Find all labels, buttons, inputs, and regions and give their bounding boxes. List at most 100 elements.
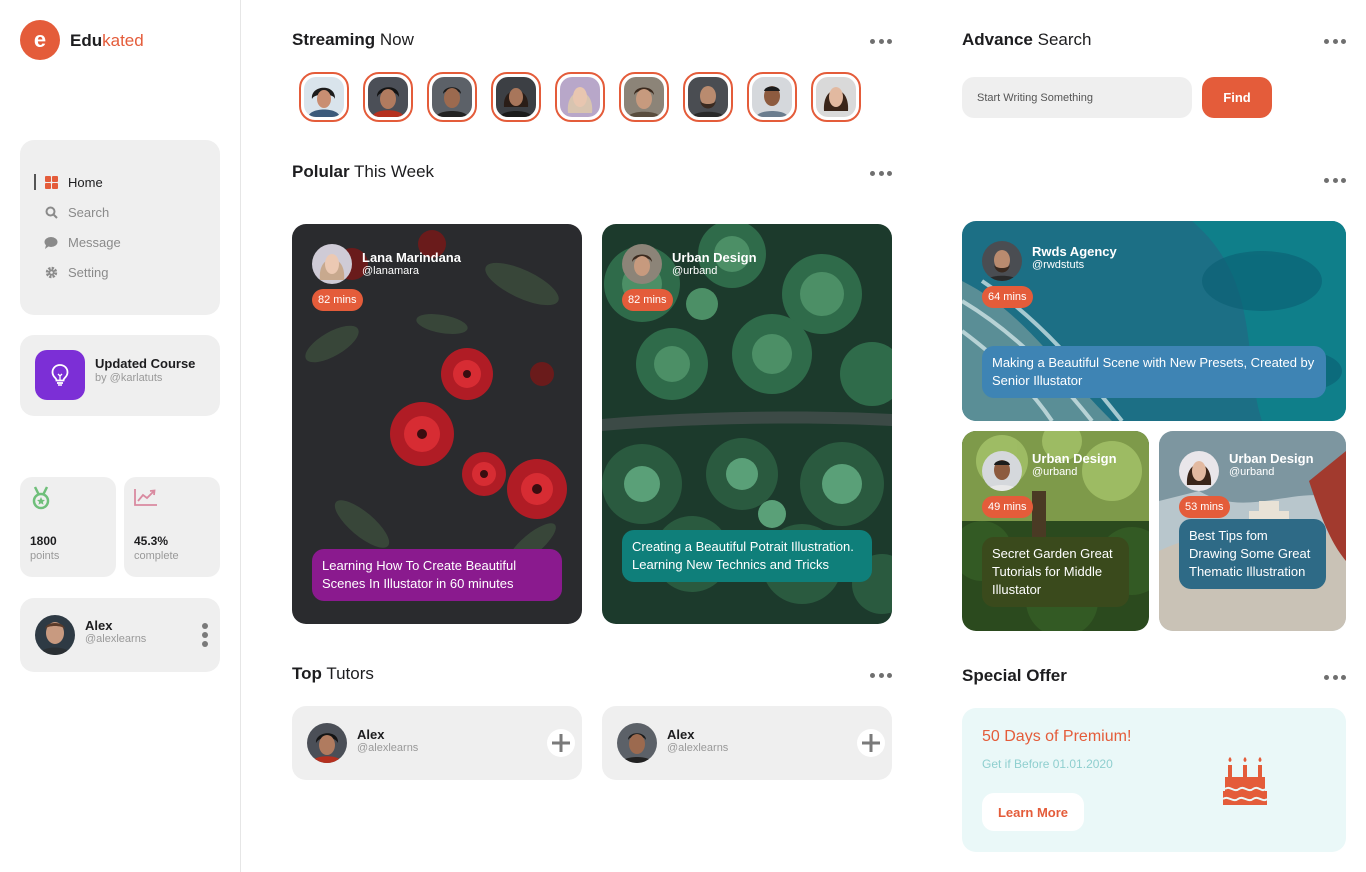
trend-up-icon <box>134 488 158 511</box>
story-avatar[interactable] <box>363 72 413 122</box>
logo-mark[interactable]: e <box>20 20 60 60</box>
card-author[interactable]: Urban Design @urband <box>622 244 757 284</box>
author-name: Rwds Agency <box>1032 244 1117 259</box>
duration-badge: 64 mins <box>982 286 1033 308</box>
story-avatar[interactable] <box>427 72 477 122</box>
author-name: Lana Marindana <box>362 250 461 265</box>
duration-badge: 82 mins <box>622 289 673 311</box>
card-author[interactable]: Urban Design @urband <box>982 451 1117 491</box>
nav-item-message[interactable]: Message <box>44 232 121 252</box>
more-icon[interactable] <box>1324 37 1346 45</box>
author-handle: @lanamara <box>362 265 420 277</box>
featured-card[interactable]: Urban Design @urband 49 mins Secret Gard… <box>962 431 1149 631</box>
author-handle: @urband <box>1032 466 1078 478</box>
sidebar: e Edukated Home Search Message Setting U… <box>0 0 241 872</box>
author-handle: @urband <box>1229 466 1275 478</box>
story-avatar[interactable] <box>491 72 541 122</box>
duration-badge: 53 mins <box>1179 496 1230 518</box>
more-icon[interactable] <box>870 169 892 177</box>
author-handle: @rwdstuts <box>1032 259 1085 271</box>
nav-item-home[interactable]: Home <box>44 172 103 192</box>
stat-card-points: 1800 points <box>20 477 116 577</box>
card-author[interactable]: Lana Marindana @lanamara <box>312 244 461 284</box>
duration-badge: 49 mins <box>982 496 1033 518</box>
nav-item-search[interactable]: Search <box>44 202 109 222</box>
card-caption: Best Tips fom Drawing Some Great Themati… <box>1179 519 1326 589</box>
story-avatar[interactable] <box>555 72 605 122</box>
nav-label: Home <box>68 174 103 190</box>
story-photo <box>496 77 536 117</box>
story-photo <box>752 77 792 117</box>
special-offer-card: 50 Days of Premium! Get if Before 01.01.… <box>962 708 1346 852</box>
offer-headline: 50 Days of Premium! <box>982 728 1132 745</box>
featured-card[interactable]: Rwds Agency @rwdstuts 64 mins Making a B… <box>962 221 1346 421</box>
story-avatar[interactable] <box>811 72 861 122</box>
add-tutor-button[interactable] <box>547 729 575 757</box>
profile-name: Alex <box>85 618 113 633</box>
search-icon <box>44 205 58 219</box>
avatar <box>35 615 75 655</box>
plus-icon <box>862 734 880 752</box>
course-title: Updated Course <box>95 356 196 371</box>
profile-card[interactable]: Alex @alexlearns <box>20 598 220 672</box>
grid-icon <box>44 175 58 189</box>
author-handle: @urband <box>672 265 718 277</box>
popular-card[interactable]: Urban Design @urband 82 mins Creating a … <box>602 224 892 624</box>
card-caption: Learning How To Create Beautiful Scenes … <box>312 549 562 601</box>
story-photo <box>816 77 856 117</box>
tutor-name: Alex <box>357 727 385 742</box>
section-title-streaming: Streaming Now <box>292 30 414 49</box>
plus-icon <box>552 734 570 752</box>
complete-value: 45.3% <box>134 534 169 548</box>
story-avatar[interactable] <box>299 72 349 122</box>
story-photo <box>368 77 408 117</box>
card-caption: Secret Garden Great Tutorials for Middle… <box>982 537 1129 607</box>
nav-item-setting[interactable]: Setting <box>44 262 108 282</box>
cake-icon <box>1222 755 1268 812</box>
avatar <box>312 244 352 284</box>
story-avatar[interactable] <box>619 72 669 122</box>
tutor-card[interactable]: Alex @alexlearns <box>602 706 892 780</box>
more-icon[interactable] <box>1324 673 1346 681</box>
find-button[interactable]: Find <box>1202 77 1272 118</box>
story-photo <box>304 77 344 117</box>
gear-icon <box>44 265 58 279</box>
tutor-handle: @alexlearns <box>667 742 729 754</box>
story-photo <box>688 77 728 117</box>
search-input[interactable] <box>962 77 1192 118</box>
avatar <box>982 241 1022 281</box>
card-author[interactable]: Rwds Agency @rwdstuts <box>982 241 1117 281</box>
story-avatar[interactable] <box>683 72 733 122</box>
tutor-handle: @alexlearns <box>357 742 419 754</box>
section-title-popular: Polular This Week <box>292 162 435 181</box>
learn-more-button[interactable]: Learn More <box>982 793 1084 831</box>
card-caption: Making a Beautiful Scene with New Preset… <box>982 346 1326 398</box>
section-title-tutors: Top Tutors <box>292 664 374 683</box>
logo-text-main: Edu <box>70 31 103 50</box>
avatar <box>1179 451 1219 491</box>
story-avatar[interactable] <box>747 72 797 122</box>
tutor-card[interactable]: Alex @alexlearns <box>292 706 582 780</box>
card-author[interactable]: Urban Design @urband <box>1179 451 1314 491</box>
more-icon[interactable] <box>1324 176 1346 184</box>
avatar <box>307 723 347 763</box>
complete-label: complete <box>134 550 179 562</box>
more-icon[interactable] <box>870 37 892 45</box>
section-title-offer: Special Offer <box>962 666 1067 685</box>
logo-text[interactable]: Edukated <box>70 31 144 51</box>
points-value: 1800 <box>30 534 57 548</box>
featured-card[interactable]: Urban Design @urband 53 mins Best Tips f… <box>1159 431 1346 631</box>
logo-text-accent: kated <box>102 31 144 50</box>
course-author: by @karlatuts <box>95 372 163 384</box>
points-label: points <box>30 550 60 562</box>
more-options-icon[interactable] <box>201 623 209 647</box>
profile-handle: @alexlearns <box>85 633 147 645</box>
add-tutor-button[interactable] <box>857 729 885 757</box>
updated-course-card[interactable]: Updated Course by @karlatuts <box>20 335 220 416</box>
author-name: Urban Design <box>672 250 757 265</box>
popular-card[interactable]: Lana Marindana @lanamara 82 mins Learnin… <box>292 224 582 624</box>
card-caption: Creating a Beautiful Potrait Illustratio… <box>622 530 872 582</box>
story-photo <box>560 77 600 117</box>
more-icon[interactable] <box>870 671 892 679</box>
section-title-search: Advance Search <box>962 30 1092 49</box>
